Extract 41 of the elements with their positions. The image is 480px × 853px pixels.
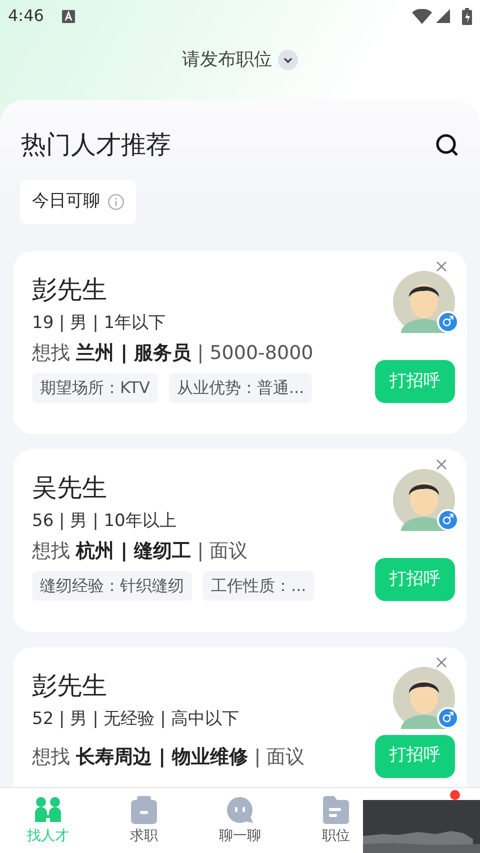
- candidate-info: 52 | 男 | 无经验 | 高中以下: [32, 708, 240, 731]
- skill-tag: 工作性质：...: [203, 571, 314, 601]
- wifi-icon: [412, 8, 432, 24]
- filter-chip[interactable]: 今日可聊: [20, 180, 136, 224]
- skill-tag: 缝纫经验：针织缝纫: [32, 571, 192, 601]
- job-wish: 想找 长寿周边 | 物业维修 | 面议: [32, 745, 305, 770]
- signal-icon: [436, 9, 450, 23]
- avatar-icon: [393, 469, 455, 531]
- job-wish: 想找 杭州 | 缝纫工 | 面议: [32, 538, 249, 564]
- info-icon[interactable]: [108, 194, 124, 210]
- candidate-name: 吴先生: [32, 472, 108, 504]
- job-wish: 想找 兰州 | 服务员 | 5000-8000: [32, 340, 314, 366]
- briefcase-icon: [131, 796, 157, 824]
- close-icon[interactable]: [436, 459, 447, 470]
- skill-tag: 从业优势：普通...: [168, 373, 312, 403]
- nav-tab[interactable]: 求职: [130, 796, 158, 847]
- skill-tag: 期望场所：KTV: [32, 373, 158, 403]
- page-title[interactable]: 请发布职位: [182, 46, 272, 73]
- chat-icon: [226, 796, 254, 824]
- close-icon[interactable]: [436, 261, 447, 272]
- section-title: 热门人才推荐: [21, 129, 171, 162]
- battery-icon: [462, 8, 472, 24]
- status-time: 4:46: [8, 5, 44, 27]
- nav-tab[interactable]: 职位: [322, 796, 350, 847]
- candidate-card[interactable]: 吴先生 56 | 男 | 10年以上 ♂ 想找 杭州 | 缝纫工 | 面议 缝纫经验：针织缝纫 工作性质：... 打招呼: [13, 449, 467, 632]
- nav-tab[interactable]: 聊一聊: [219, 796, 261, 847]
- folder-icon: [323, 796, 349, 824]
- search-icon[interactable]: [435, 133, 459, 157]
- candidate-name: 彭先生: [32, 274, 108, 306]
- keyboard-notification-icon: [62, 10, 75, 22]
- people-icon: [34, 796, 62, 824]
- close-icon[interactable]: [436, 657, 447, 668]
- candidate-card[interactable]: 彭先生 52 | 男 | 无经验 | 高中以下 ♂ 想找 长寿周边 | 物业维修 | 面议 打招呼: [13, 647, 467, 787]
- chip-label: 今日可聊: [32, 190, 100, 214]
- candidate-info: 19 | 男 | 1年以下: [32, 312, 166, 335]
- candidate-card[interactable]: 彭先生 19 | 男 | 1年以下 ♂ 想找 兰州 | 服务员 | 5000-8000 期望场所：KTV 从业优势：普通... 打招呼: [13, 251, 467, 434]
- chevron-down-icon[interactable]: [278, 50, 298, 70]
- candidate-name: 彭先生: [32, 670, 108, 702]
- avatar-icon: [393, 667, 455, 729]
- avatar-icon: [393, 271, 455, 333]
- candidate-info: 56 | 男 | 10年以上: [32, 510, 176, 533]
